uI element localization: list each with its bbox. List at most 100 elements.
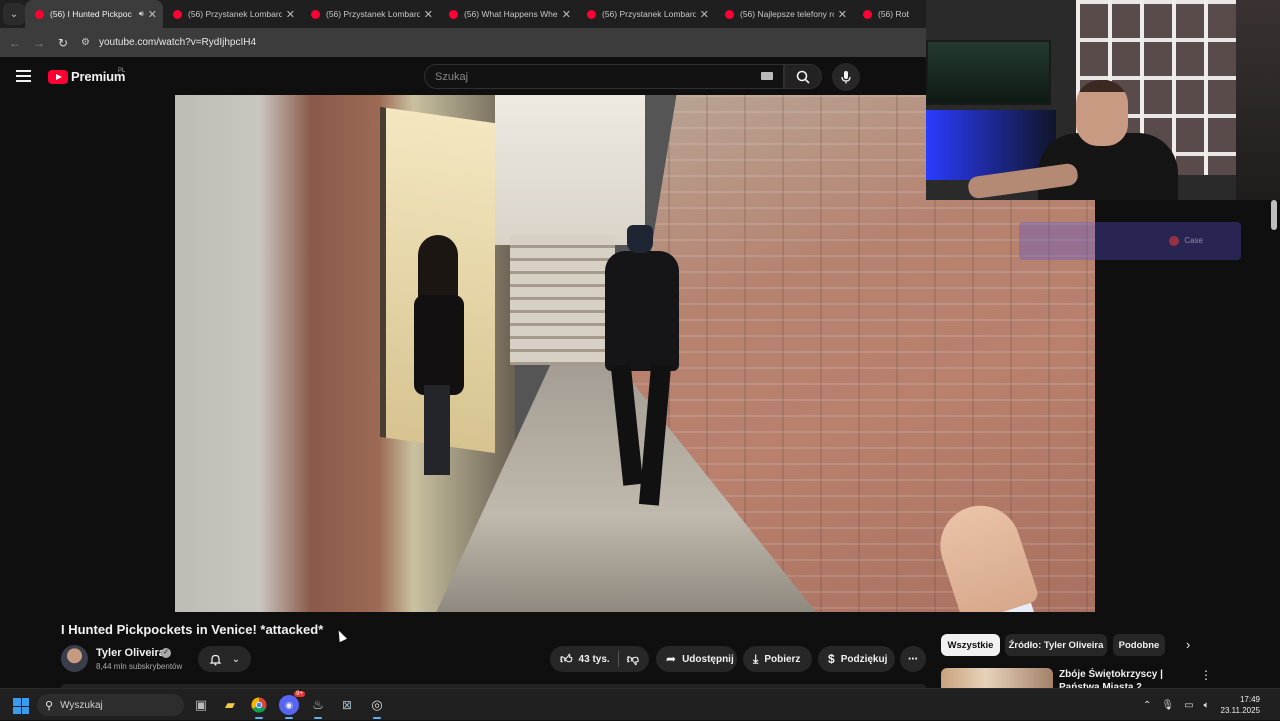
microphone-icon bbox=[841, 71, 851, 84]
menu-hamburger-icon[interactable] bbox=[16, 70, 31, 85]
tab-search-menu-icon[interactable]: ⌄ bbox=[3, 3, 25, 25]
verified-check-icon: ✓ bbox=[161, 648, 171, 658]
webcam-streamer bbox=[967, 75, 1178, 200]
more-horizontal-icon: ⋯ bbox=[908, 653, 918, 665]
file-explorer-icon[interactable]: ▰ bbox=[220, 695, 240, 715]
video-frame-man bbox=[595, 225, 685, 515]
taskbar-search-placeholder: Wyszukaj bbox=[60, 699, 103, 711]
tab-przystanek-lombard-1[interactable]: (56) Przystanek Lombard ✕ bbox=[163, 0, 301, 28]
recommendation-thumbnail[interactable] bbox=[941, 668, 1053, 690]
task-view-icon[interactable]: ▣ bbox=[191, 695, 211, 715]
url-text: youtube.com/watch?v=RydIjhpcIH4 bbox=[99, 37, 257, 48]
subscriber-count: 8,44 mln subskrybentów bbox=[96, 662, 183, 671]
page-scrollbar-thumb[interactable] bbox=[1271, 200, 1277, 230]
divider bbox=[617, 651, 619, 667]
chevron-up-icon[interactable]: ⌃ bbox=[1143, 700, 1151, 711]
chevron-down-icon: ⌄ bbox=[231, 653, 241, 665]
youtube-favicon-icon bbox=[587, 9, 596, 19]
tab-najlepsze-telefony[interactable]: (56) Najlepsze telefony ro ✕ bbox=[715, 0, 853, 28]
chrome-icon[interactable] bbox=[249, 695, 269, 719]
volume-icon[interactable]: 🔈︎ bbox=[1204, 700, 1210, 711]
tab-title: (56) Przystanek Lombard bbox=[602, 9, 696, 19]
youtube-favicon-icon bbox=[449, 9, 458, 19]
search-placeholder: Szukaj bbox=[435, 70, 469, 83]
download-button[interactable]: ⤓ Pobierz bbox=[743, 646, 812, 672]
chip-all[interactable]: Wszystkie bbox=[941, 634, 1000, 656]
browser-tab-strip: ⌄ (56) I Hunted Pickpoc 🔊︎ ✕ (56) Przyst… bbox=[0, 0, 926, 28]
discord-icon[interactable]: ◉ 9+ bbox=[279, 691, 305, 719]
search-icon: ⚲ bbox=[45, 699, 54, 712]
network-icon[interactable]: ▭ bbox=[1184, 700, 1193, 711]
xbox-app-icon[interactable]: ⊠ bbox=[337, 695, 357, 715]
share-button[interactable]: ➦ Udostępnij bbox=[656, 646, 737, 672]
search-input[interactable]: Szukaj bbox=[424, 64, 784, 89]
microphone-tray-icon[interactable]: 🎙︎ bbox=[1161, 700, 1174, 711]
thanks-label: Podziękuj bbox=[840, 653, 888, 665]
chip-source[interactable]: Źródło: Tyler Oliveira bbox=[1005, 634, 1107, 656]
tab-close-icon[interactable]: ✕ bbox=[838, 8, 847, 21]
thumbs-down-icon[interactable]: 👎︎ bbox=[627, 652, 639, 667]
tab-title: (56) Przystanek Lombard bbox=[188, 9, 282, 19]
audio-playing-icon[interactable]: 🔊︎ bbox=[139, 9, 144, 19]
tab-what-happens-when[interactable]: (56) What Happens When ✕ bbox=[439, 0, 577, 28]
discord-badge: 9+ bbox=[294, 691, 305, 697]
like-count[interactable]: 43 tys. bbox=[579, 654, 610, 665]
windows-start-icon[interactable] bbox=[13, 698, 29, 714]
notification-bell-button[interactable]: ⌄ bbox=[198, 646, 251, 672]
thumbs-up-icon[interactable]: 👍︎ bbox=[560, 652, 573, 667]
webcam-background-right bbox=[1236, 0, 1280, 200]
case-logo-icon bbox=[1169, 236, 1179, 246]
voice-search-button[interactable] bbox=[832, 63, 860, 91]
obs-icon[interactable]: ◎ bbox=[367, 695, 387, 719]
tab-close-icon[interactable]: ✕ bbox=[424, 8, 433, 21]
tab-przystanek-lombard-2[interactable]: (56) Przystanek Lombard ✕ bbox=[301, 0, 439, 28]
channel-name[interactable]: Tyler Oliveira bbox=[96, 647, 165, 659]
more-actions-button[interactable]: ⋯ bbox=[900, 646, 926, 672]
tab-title: (56) I Hunted Pickpoc bbox=[50, 9, 132, 19]
youtube-premium-logo[interactable]: Premium bbox=[48, 69, 125, 84]
youtube-favicon-icon bbox=[35, 9, 44, 19]
tab-przystanek-lombard-3[interactable]: (56) Przystanek Lombard ✕ bbox=[577, 0, 715, 28]
omnibox[interactable]: ⚙ youtube.com/watch?v=RydIjhpcIH4 bbox=[81, 32, 920, 54]
site-info-icon[interactable]: ⚙ bbox=[81, 37, 95, 48]
taskbar-clock[interactable]: 17:49 23.11.2025 bbox=[1221, 694, 1260, 716]
video-frame-background-building bbox=[495, 95, 645, 245]
chip-similar[interactable]: Podobne bbox=[1113, 634, 1165, 656]
recommendation-title[interactable]: Zbóje Świętokrzyscy | Państwa Miasta 2 bbox=[1059, 668, 1199, 690]
taskbar-search-input[interactable]: ⚲ Wyszukaj bbox=[37, 694, 184, 716]
clock-time: 17:49 bbox=[1239, 695, 1260, 704]
more-vertical-icon[interactable]: ⋮ bbox=[1200, 668, 1212, 682]
tab-close-icon[interactable]: ✕ bbox=[286, 8, 295, 21]
address-toolbar: ← → ↻ ⚙ youtube.com/watch?v=RydIjhpcIH4 bbox=[0, 28, 926, 57]
tab-title: (56) What Happens When bbox=[464, 9, 558, 19]
like-dislike-group: 👍︎ 43 tys. 👎︎ bbox=[550, 646, 649, 672]
share-icon: ➦ bbox=[666, 652, 677, 666]
forward-arrow-icon[interactable]: → bbox=[27, 36, 51, 50]
tab-video-active[interactable]: (56) I Hunted Pickpoc 🔊︎ ✕ bbox=[25, 0, 163, 28]
steam-icon[interactable]: ♨ bbox=[308, 695, 328, 719]
thanks-button[interactable]: $ Podziękuj bbox=[818, 646, 895, 672]
youtube-favicon-icon bbox=[863, 9, 872, 19]
tab-title: (56) Najlepsze telefony ro bbox=[740, 9, 834, 19]
thanks-dollar-icon: $ bbox=[828, 652, 835, 666]
keyboard-icon[interactable] bbox=[761, 72, 773, 80]
download-icon: ⤓ bbox=[753, 651, 759, 666]
tab-close-icon[interactable]: ✕ bbox=[148, 8, 157, 21]
tab-close-icon[interactable]: ✕ bbox=[562, 8, 571, 21]
bell-icon bbox=[209, 654, 222, 665]
overlay-case-banner[interactable]: Case bbox=[1019, 222, 1241, 260]
channel-avatar[interactable] bbox=[61, 645, 88, 672]
youtube-masthead: Premium PL Szukaj bbox=[0, 57, 926, 95]
chevron-right-icon[interactable]: › bbox=[1186, 637, 1190, 652]
youtube-favicon-icon bbox=[173, 9, 182, 19]
video-title: I Hunted Pickpockets in Venice! *attacke… bbox=[61, 622, 324, 637]
search-button[interactable] bbox=[784, 64, 822, 89]
windows-taskbar: ⚲ Wyszukaj ▣ ▰ ◉ 9+ ♨ ⊠ ◎ ⌃ 🎙︎ ▭ 🔈︎ 17:4… bbox=[0, 688, 1280, 720]
back-arrow-icon[interactable]: ← bbox=[3, 36, 27, 50]
tab-close-icon[interactable]: ✕ bbox=[700, 8, 709, 21]
system-tray: ⌃ 🎙︎ ▭ 🔈︎ 17:49 23.11.2025 bbox=[1138, 689, 1280, 721]
youtube-play-logo-icon bbox=[48, 69, 68, 84]
reload-icon[interactable]: ↻ bbox=[51, 36, 75, 50]
tab-robalini[interactable]: (56) Robalini bbox=[853, 0, 915, 28]
country-code: PL bbox=[118, 68, 126, 74]
